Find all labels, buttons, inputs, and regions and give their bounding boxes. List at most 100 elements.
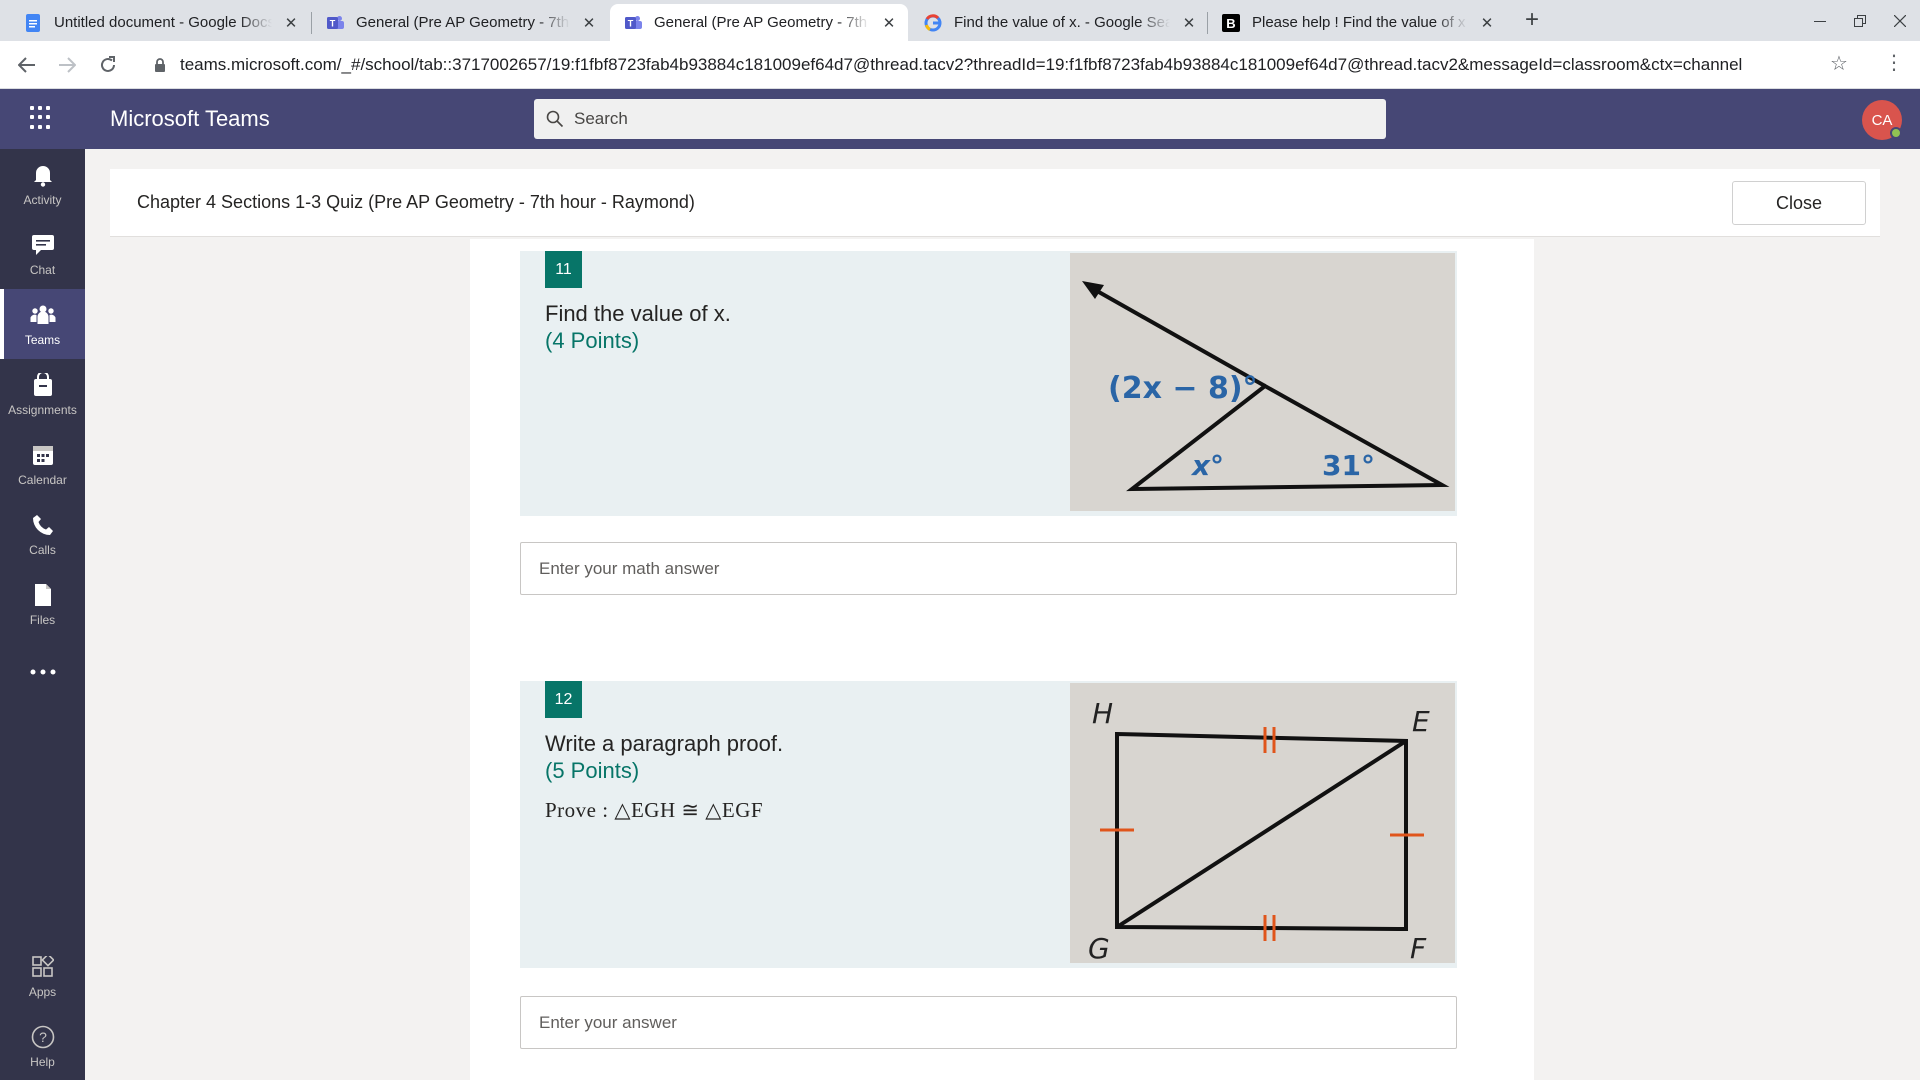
tab-title: Find the value of x. - Google Search [954, 14, 1170, 31]
browser-tab-strip: Untitled document - Google Docs ✕ T Gene… [0, 0, 1920, 41]
tab-title: General (Pre AP Geometry - 7th hour - Ra… [356, 14, 570, 31]
angle-label-31: 31° [1322, 449, 1375, 482]
rail-item-teams[interactable]: Teams [0, 289, 85, 359]
main-content: Chapter 4 Sections 1-3 Quiz (Pre AP Geom… [85, 149, 1920, 1080]
tab-close-icon[interactable]: ✕ [1478, 14, 1496, 32]
rail-label: Calls [29, 543, 56, 557]
question-points: (4 Points) [545, 328, 640, 353]
browser-toolbar: teams.microsoft.com/_#/school/tab::37170… [0, 41, 1920, 89]
rail-item-chat[interactable]: Chat [0, 219, 85, 289]
close-button[interactable]: Close [1732, 181, 1866, 225]
rail-label: Activity [23, 193, 62, 207]
rail-item-files[interactable]: Files [0, 569, 85, 639]
question-text: Find the value of x. [545, 301, 731, 326]
file-icon [29, 581, 57, 609]
url-text[interactable]: teams.microsoft.com/_#/school/tab::37170… [180, 55, 1820, 75]
assignments-icon [29, 371, 57, 399]
rail-item-help[interactable]: ? Help [0, 1011, 85, 1080]
quiz-title: Chapter 4 Sections 1-3 Quiz (Pre AP Geom… [137, 192, 695, 212]
forward-arrow-icon[interactable] [53, 51, 81, 79]
browser-tab-google-docs[interactable]: Untitled document - Google Docs ✕ [10, 4, 310, 41]
rail-item-activity[interactable]: Activity [0, 149, 85, 219]
vertex-label-f: F [1410, 932, 1427, 963]
question-12: 12 Write a paragraph proof. (5 Points) P… [520, 681, 1457, 968]
question-number-badge: 11 [545, 251, 582, 288]
tab-close-icon[interactable]: ✕ [1180, 14, 1198, 32]
chat-icon [29, 231, 57, 259]
rail-more-apps[interactable] [0, 639, 85, 709]
teams-icon: T [624, 14, 642, 32]
app-title: Microsoft Teams [110, 106, 270, 131]
lock-icon[interactable] [152, 57, 168, 73]
more-ellipsis-icon [29, 658, 57, 686]
rail-label: Teams [24, 333, 61, 347]
reload-icon[interactable] [94, 51, 122, 79]
browser-tab-teams-general[interactable]: T General (Pre AP Geometry - 7th hour - … [312, 4, 608, 41]
rail-item-calls[interactable]: Calls [0, 499, 85, 569]
browser-menu-icon[interactable]: ⋮ [1884, 50, 1904, 75]
back-arrow-icon[interactable] [13, 51, 41, 79]
bell-icon [29, 161, 57, 189]
teams-icon [29, 301, 57, 329]
rail-label: Help [30, 1055, 55, 1069]
search-placeholder: Search [574, 109, 628, 128]
teams-header: Microsoft Teams Search CA [0, 89, 1920, 149]
vertex-label-g: G [1088, 932, 1110, 963]
apps-icon [29, 953, 57, 981]
svg-text:T: T [628, 18, 634, 28]
vertex-label-e: E [1412, 705, 1430, 738]
browser-tab-teams-general-active[interactable]: T General (Pre AP Geometry - 7th hour - … [610, 4, 908, 41]
rail-item-assignments[interactable]: Assignments [0, 359, 85, 429]
google-icon [924, 13, 942, 32]
new-tab-plus-icon[interactable]: + [1518, 6, 1546, 34]
google-docs-icon [24, 13, 42, 32]
angle-label-exterior: (2x − 8)° [1108, 371, 1258, 406]
brainly-icon: B [1222, 13, 1240, 32]
rail-label: Apps [28, 985, 57, 999]
question-11: 11 Find the value of x. (4 Points) (2x −… [520, 251, 1457, 516]
proof-answer-input[interactable] [520, 996, 1457, 1049]
triangle-figure: (2x − 8)° x° 31° [1070, 253, 1455, 511]
minimize-icon[interactable] [1800, 0, 1840, 41]
question-text: Write a paragraph proof. [545, 731, 784, 756]
svg-text:?: ? [39, 1029, 47, 1045]
rail-label: Calendar [18, 473, 67, 487]
search-input[interactable]: Search [534, 99, 1386, 139]
tab-close-icon[interactable]: ✕ [282, 14, 300, 32]
search-icon [546, 110, 564, 128]
quiz-form: 11 Find the value of x. (4 Points) (2x −… [470, 239, 1534, 1080]
teams-icon: T [326, 14, 344, 32]
rail-label: Files [29, 613, 56, 627]
address-bar[interactable]: teams.microsoft.com/_#/school/tab::37170… [140, 48, 1880, 82]
tab-title: Please help ! Find the value of x - Brai… [1252, 14, 1468, 31]
svg-text:T: T [330, 18, 336, 28]
browser-tab-brainly[interactable]: B Please help ! Find the value of x - Br… [1208, 4, 1506, 41]
app-launcher-icon[interactable] [30, 106, 54, 130]
svg-text:B: B [1226, 16, 1235, 31]
quiz-header: Chapter 4 Sections 1-3 Quiz (Pre AP Geom… [110, 169, 1880, 237]
window-close-icon[interactable] [1880, 0, 1920, 41]
help-icon: ? [29, 1023, 57, 1051]
question-points: (5 Points) [545, 758, 640, 783]
presence-available-icon [1890, 127, 1902, 139]
tab-title: Untitled document - Google Docs [54, 14, 272, 31]
restore-icon[interactable] [1840, 0, 1880, 41]
rail-item-calendar[interactable]: Calendar [0, 429, 85, 499]
tab-title: General (Pre AP Geometry - 7th hour - Ra… [654, 14, 870, 31]
tab-close-icon[interactable]: ✕ [580, 14, 598, 32]
left-rail: Activity Chat Teams Assignments Calendar… [0, 149, 85, 1080]
vertex-label-h: H [1092, 697, 1113, 730]
rectangle-figure: H E G F [1070, 683, 1455, 963]
math-answer-input[interactable] [520, 542, 1457, 595]
tab-close-icon[interactable]: ✕ [880, 14, 898, 32]
question-number-badge: 12 [545, 681, 582, 718]
bookmark-star-icon[interactable]: ☆ [1830, 51, 1848, 76]
prove-statement: Prove : △EGH ≅ △EGF [545, 798, 764, 822]
rail-label: Assignments [8, 403, 77, 417]
angle-label-x: x° [1190, 449, 1224, 482]
rail-label: Chat [29, 263, 56, 277]
rail-item-apps[interactable]: Apps [0, 941, 85, 1011]
browser-tab-google-search[interactable]: Find the value of x. - Google Search ✕ [910, 4, 1208, 41]
phone-icon [29, 511, 57, 539]
calendar-icon [29, 441, 57, 469]
